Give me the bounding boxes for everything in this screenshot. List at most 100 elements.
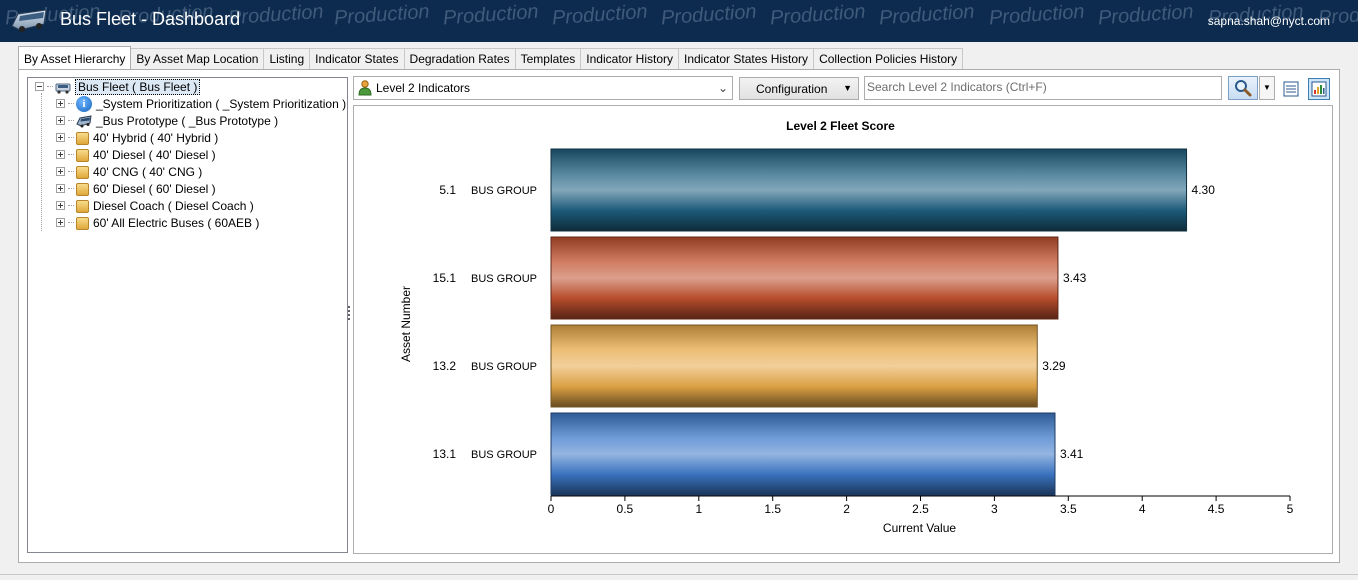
folder-icon — [76, 132, 89, 145]
watermark-text: Production — [988, 0, 1086, 30]
search-input[interactable]: Search Level 2 Indicators (Ctrl+F) — [864, 76, 1222, 100]
list-view-icon — [1283, 81, 1299, 97]
tree-item-label[interactable]: 40' CNG ( 40' CNG ) — [93, 165, 202, 179]
bus-icon — [76, 114, 92, 127]
x-axis-title: Current Value — [883, 521, 956, 535]
bus-icon — [55, 83, 71, 94]
watermark-text: Production — [442, 0, 540, 30]
y-axis-title: Asset Number — [399, 286, 413, 362]
x-tick-label: 2 — [843, 502, 850, 516]
tree-item[interactable]: 60' Diesel ( 60' Diesel ) — [56, 180, 216, 197]
tab-by-asset-map-location[interactable]: By Asset Map Location — [130, 48, 265, 69]
splitter-grip[interactable] — [348, 306, 351, 324]
expand-icon[interactable] — [56, 167, 65, 176]
dropdown-arrow-icon: ▼ — [843, 83, 852, 93]
bar — [550, 324, 1038, 408]
tree-item[interactable]: 40' CNG ( 40' CNG ) — [56, 163, 202, 180]
search-options-dropdown[interactable]: ▼ — [1259, 76, 1275, 100]
category-number-label: 13.1 — [433, 447, 457, 461]
expand-icon[interactable] — [56, 116, 65, 125]
bar-chart-icon — [1311, 81, 1327, 97]
tree-item[interactable]: Diesel Coach ( Diesel Coach ) — [56, 197, 254, 214]
tree-item[interactable]: 60' All Electric Buses ( 60AEB ) — [56, 214, 259, 231]
bar-value-label: 3.43 — [1063, 271, 1087, 285]
x-tick-label: 3.5 — [1060, 502, 1077, 516]
x-tick-label: 3 — [991, 502, 998, 516]
user-email[interactable]: sapna.shah@nyct.com — [1208, 14, 1330, 28]
category-number-label: 13.2 — [433, 359, 457, 373]
fleet-score-chart: Level 2 Fleet Score 4.30 5.1 BUS GROUP 3.43 1… — [353, 105, 1333, 554]
watermark-text: Production — [333, 0, 431, 30]
tab-collection-policies-history[interactable]: Collection Policies History — [813, 48, 964, 69]
category-name-label: BUS GROUP — [471, 361, 537, 373]
app-title: Bus Fleet - Dashboard — [60, 9, 241, 29]
tree-item-label[interactable]: 40' Hybrid ( 40' Hybrid ) — [93, 131, 218, 145]
x-tick-label: 5 — [1287, 502, 1294, 516]
category-name-label: BUS GROUP — [471, 273, 537, 285]
expand-icon[interactable] — [56, 218, 65, 227]
tree-item[interactable]: 40' Diesel ( 40' Diesel ) — [56, 146, 216, 163]
person-icon — [358, 80, 372, 96]
folder-icon — [76, 149, 89, 162]
tree-item-label[interactable]: Diesel Coach ( Diesel Coach ) — [93, 199, 254, 213]
x-tick-label: 1 — [695, 502, 702, 516]
tab-templates[interactable]: Templates — [514, 48, 582, 69]
tab-by-asset-hierarchy[interactable]: By Asset Hierarchy — [18, 46, 132, 69]
tree-item[interactable]: i _System Prioritization ( _System Priori… — [56, 95, 346, 112]
title-bar: Production Production Production Production… — [0, 0, 1358, 42]
tab-strip: By Asset Hierarchy By Asset Map Location L… — [18, 46, 964, 70]
folder-icon — [76, 200, 89, 213]
category-name-label: BUS GROUP — [471, 449, 537, 461]
category-name-label: BUS GROUP — [471, 185, 537, 197]
tree-item[interactable]: 40' Hybrid ( 40' Hybrid ) — [56, 129, 218, 146]
watermark-text: Production — [1097, 0, 1195, 30]
bar-value-label: 3.29 — [1042, 359, 1066, 373]
expand-icon[interactable] — [56, 99, 65, 108]
tab-indicator-history[interactable]: Indicator History — [580, 48, 679, 69]
configuration-button[interactable]: Configuration ▼ — [739, 77, 859, 100]
folder-icon — [76, 183, 89, 196]
info-icon: i — [76, 95, 92, 112]
folder-icon — [76, 166, 89, 179]
category-number-label: 15.1 — [433, 271, 457, 285]
watermark-text: Production — [551, 0, 649, 30]
configuration-label: Configuration — [756, 81, 828, 96]
x-tick-label: 4.5 — [1208, 502, 1225, 516]
tree-item-label[interactable]: 60' Diesel ( 60' Diesel ) — [93, 182, 216, 196]
expand-icon[interactable] — [56, 150, 65, 159]
bus-icon — [11, 9, 47, 32]
tab-listing[interactable]: Listing — [263, 48, 311, 69]
tree-item-label[interactable]: _System Prioritization ( _System Priorit… — [96, 97, 346, 111]
chevron-down-icon[interactable]: ⌄ — [718, 81, 728, 95]
chart-title: Level 2 Fleet Score — [786, 119, 895, 133]
search-button[interactable] — [1228, 76, 1258, 100]
indicator-level-value: Level 2 Indicators — [376, 81, 471, 95]
expand-icon[interactable] — [56, 133, 65, 142]
tree-root-item[interactable]: Bus Fleet ( Bus Fleet ) — [35, 78, 201, 95]
chart-view-button[interactable] — [1308, 78, 1330, 100]
tree-item[interactable]: _Bus Prototype ( _Bus Prototype ) — [56, 112, 278, 129]
bar-value-label: 3.41 — [1060, 447, 1084, 461]
tree-item-label[interactable]: 40' Diesel ( 40' Diesel ) — [93, 148, 216, 162]
indicator-level-select[interactable]: Level 2 Indicators ⌄ — [353, 76, 733, 100]
tree-root-label[interactable]: Bus Fleet ( Bus Fleet ) — [75, 78, 201, 95]
list-view-button[interactable] — [1280, 78, 1302, 100]
tree-item-label[interactable]: 60' All Electric Buses ( 60AEB ) — [93, 216, 259, 230]
status-divider — [0, 574, 1358, 575]
watermark-text: Production — [227, 0, 325, 30]
x-tick-label: 0.5 — [617, 502, 634, 516]
category-number-label: 5.1 — [439, 183, 456, 197]
expand-icon[interactable] — [56, 184, 65, 193]
x-tick-label: 1.5 — [764, 502, 781, 516]
tab-indicator-states[interactable]: Indicator States — [309, 48, 405, 69]
bar-value-label: 4.30 — [1192, 183, 1216, 197]
tree-item-label[interactable]: _Bus Prototype ( _Bus Prototype ) — [96, 114, 278, 128]
collapse-icon[interactable] — [35, 82, 44, 91]
watermark-text: Production — [769, 0, 867, 30]
folder-icon — [76, 217, 89, 230]
tab-indicator-states-history[interactable]: Indicator States History — [678, 48, 815, 69]
asset-hierarchy-tree[interactable]: Bus Fleet ( Bus Fleet ) i _System Priorit… — [27, 77, 348, 553]
tab-degradation-rates[interactable]: Degradation Rates — [403, 48, 516, 69]
x-tick-label: 2.5 — [912, 502, 929, 516]
expand-icon[interactable] — [56, 201, 65, 210]
